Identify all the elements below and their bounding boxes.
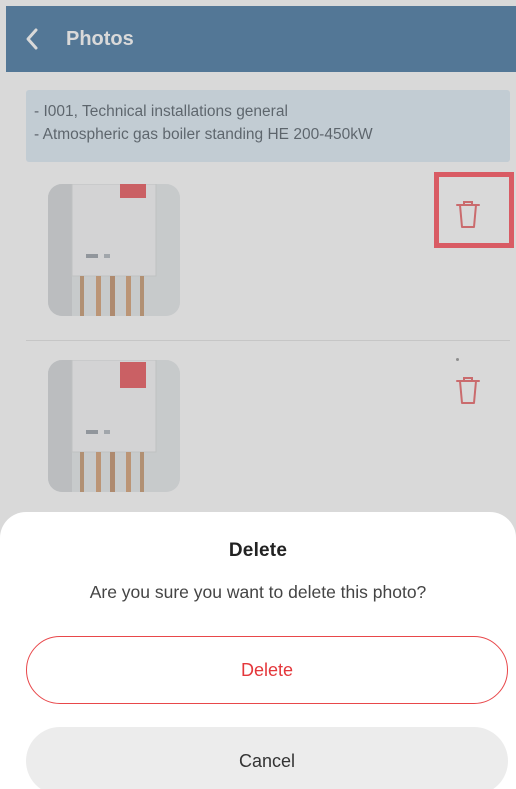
dialog-message: Are you sure you want to delete this pho… (89, 582, 427, 602)
cancel-button[interactable]: Cancel (26, 727, 508, 789)
confirm-delete-button[interactable]: Delete (26, 636, 508, 704)
delete-dialog: Delete Are you sure you want to delete t… (0, 512, 516, 789)
dialog-title: Delete (228, 540, 288, 561)
